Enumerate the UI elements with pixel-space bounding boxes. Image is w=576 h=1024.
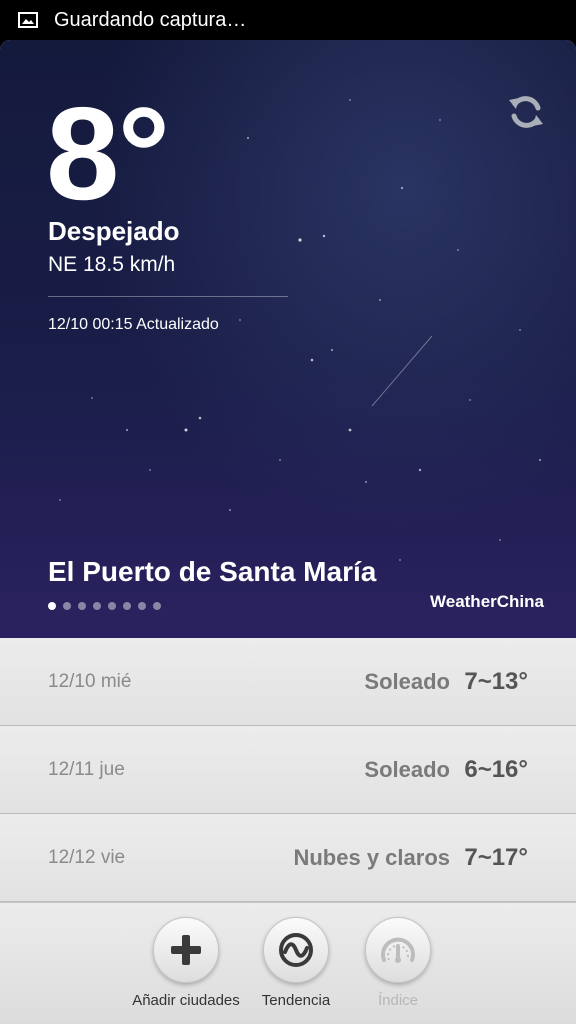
page-dot xyxy=(108,602,116,610)
refresh-icon[interactable] xyxy=(506,92,546,132)
forecast-condition: Soleado xyxy=(364,669,450,694)
plus-icon xyxy=(171,935,201,965)
city-name: El Puerto de Santa María xyxy=(48,556,377,587)
page-dot xyxy=(78,602,86,610)
forecast-range: 6~16° xyxy=(464,756,528,783)
page-dot xyxy=(153,602,161,610)
page-dot xyxy=(138,602,146,610)
page-dot xyxy=(48,602,56,610)
bottom-toolbar: Añadir ciudades Tendencia Índice xyxy=(0,902,576,1024)
page-dot xyxy=(123,602,131,610)
trend-icon xyxy=(279,933,313,967)
add-city-label: Añadir ciudades xyxy=(132,992,240,1009)
page-dot xyxy=(93,602,101,610)
updated-time: 12/10 00:15 Actualizado xyxy=(48,316,219,333)
weather-source: WeatherChina xyxy=(430,592,544,611)
forecast-range: 7~13° xyxy=(464,668,528,695)
index-button[interactable]: Índice xyxy=(338,917,458,1009)
forecast-condition: Soleado xyxy=(364,757,450,782)
current-condition: Despejado xyxy=(48,216,180,246)
page-dot xyxy=(63,602,71,610)
forecast-row[interactable]: 12/10 mié Soleado 7~13° xyxy=(0,638,576,726)
index-label: Índice xyxy=(377,992,419,1009)
current-temperature: 8° xyxy=(46,80,170,227)
weather-panel: 8° Despejado NE 18.5 km/h 12/10 00:15 Ac… xyxy=(0,40,576,1024)
forecast-row[interactable]: 12/11 jue Soleado 6~16° xyxy=(0,726,576,814)
forecast-date: 12/11 jue xyxy=(48,759,125,780)
trend-circle[interactable] xyxy=(263,917,329,983)
image-icon xyxy=(18,12,38,28)
forecast-list: 12/10 mié Soleado 7~13° 12/11 jue Solead… xyxy=(0,638,576,902)
status-bar: Guardando captura… xyxy=(0,0,576,40)
forecast-date: 12/10 mié xyxy=(48,671,132,692)
forecast-row[interactable]: 12/12 vie Nubes y claros 7~17° xyxy=(0,814,576,902)
forecast-condition: Nubes y claros xyxy=(293,845,450,870)
wind-info: NE 18.5 km/h xyxy=(48,253,176,276)
divider xyxy=(48,296,288,297)
status-text: Guardando captura… xyxy=(54,8,247,31)
forecast-range: 7~17° xyxy=(464,844,528,871)
gauge-icon xyxy=(381,937,415,963)
index-circle[interactable] xyxy=(365,917,431,983)
page-indicator xyxy=(48,602,161,610)
forecast-date: 12/12 vie xyxy=(48,847,126,868)
add-city-button[interactable]: Añadir ciudades xyxy=(126,917,246,1009)
add-city-circle[interactable] xyxy=(153,917,219,983)
